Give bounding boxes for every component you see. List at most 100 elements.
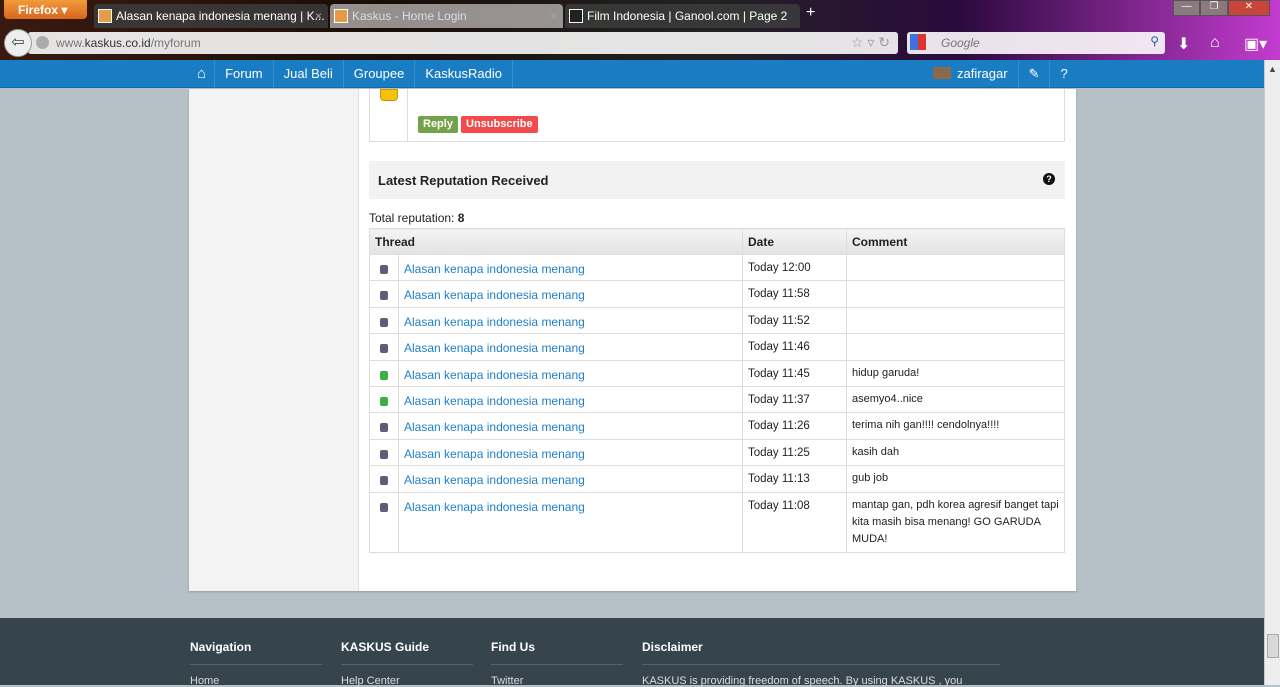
nav-kaskusradio[interactable]: KaskusRadio (415, 60, 513, 88)
comment-cell (846, 253, 1065, 282)
comment-cell (846, 306, 1065, 335)
column-thread: Thread (369, 228, 743, 255)
footer-guide: KASKUS Guide Help Center (341, 640, 473, 687)
thread-link[interactable]: Alasan kenapa indonesia menang (404, 288, 585, 302)
content-panel: Reply Unsubscribe Latest Reputation Rece… (189, 89, 1076, 591)
avatar (933, 67, 951, 79)
nav-jual-beli[interactable]: Jual Beli (274, 60, 344, 88)
minimize-icon[interactable]: — (1173, 0, 1201, 16)
reputation-positive-icon (380, 396, 388, 406)
reload-icon[interactable]: ↻ (878, 34, 890, 50)
table-row: Alasan kenapa indonesia menang Today 11:… (369, 359, 1065, 387)
thread-link[interactable]: Alasan kenapa indonesia menang (404, 262, 585, 276)
comment-cell: hidup garuda! (846, 359, 1065, 387)
reputation-neutral-icon (380, 291, 388, 301)
date-cell: Today 11:52 (742, 306, 847, 335)
reputation-neutral-icon (380, 317, 388, 327)
search-icon[interactable]: ⚲ (1150, 34, 1159, 48)
close-window-icon[interactable]: ✕ (1227, 0, 1270, 16)
scrollbar[interactable]: ▲ (1264, 60, 1280, 685)
nav-forum[interactable]: Forum (215, 60, 274, 88)
reputation-table: Thread Date Comment Alasan kenapa indone… (369, 228, 1065, 553)
close-tab-icon[interactable]: × (315, 9, 322, 23)
pencil-icon[interactable]: ✎ (1017, 60, 1050, 88)
thread-link[interactable]: Alasan kenapa indonesia menang (404, 341, 585, 355)
reputation-neutral-icon (380, 423, 388, 433)
browser-chrome: Firefox ▾ Alasan kenapa indonesia menang… (0, 0, 1280, 60)
thread-link[interactable]: Alasan kenapa indonesia menang (404, 447, 585, 461)
footer: Navigation Home KASKUS Guide Help Center F… (0, 618, 1264, 687)
table-row: Alasan kenapa indonesia menang Today 11:… (369, 412, 1065, 440)
table-row: Alasan kenapa indonesia menang Today 11:… (369, 385, 1065, 414)
date-cell: Today 12:00 (742, 253, 847, 282)
restore-icon[interactable]: ❐ (1200, 0, 1228, 16)
subscribed-thread-item: Reply Unsubscribe (369, 89, 1065, 142)
thread-link[interactable]: Alasan kenapa indonesia menang (404, 473, 585, 487)
comment-cell: mantap gan, pdh korea agresif banget tap… (846, 491, 1065, 553)
browser-tab-active[interactable]: Kaskus - Home Login × (330, 4, 563, 28)
dropdown-icon[interactable]: ▿ (867, 34, 874, 50)
user-menu[interactable]: zafiragar (923, 60, 1018, 88)
reputation-neutral-icon (380, 265, 388, 274)
thread-link[interactable]: Alasan kenapa indonesia menang (404, 315, 585, 329)
thread-badge-icon (380, 89, 398, 101)
reputation-neutral-icon (380, 449, 388, 459)
back-button[interactable]: ⇦ (4, 29, 32, 57)
browser-tab[interactable]: Alasan kenapa indonesia menang | K... × (94, 4, 328, 28)
section-header: Latest Reputation Received? (369, 161, 1065, 199)
date-cell: Today 11:13 (742, 465, 847, 493)
date-cell: Today 11:37 (742, 385, 847, 414)
reputation-positive-icon (380, 370, 388, 380)
close-tab-icon[interactable]: × (550, 9, 557, 23)
site-navbar: ⌂ Forum Jual Beli Groupee KaskusRadio za… (0, 60, 1264, 88)
table-row: Alasan kenapa indonesia menang Today 11:… (369, 438, 1065, 467)
column-comment: Comment (846, 228, 1065, 255)
table-row: Alasan kenapa indonesia menang Today 11:… (369, 465, 1065, 493)
scrollbar-thumb[interactable] (1267, 634, 1279, 658)
date-cell: Today 11:46 (742, 333, 847, 361)
bookmarks-icon[interactable]: ▣▾ (1244, 34, 1267, 54)
footer-navigation: Navigation Home (190, 640, 322, 687)
table-row: Alasan kenapa indonesia menang Today 11:… (369, 306, 1065, 335)
firefox-menu-button[interactable]: Firefox ▾ (4, 0, 87, 19)
footer-find-us: Find Us Twitter (491, 640, 623, 687)
reputation-neutral-icon (380, 502, 388, 512)
globe-icon (36, 36, 49, 49)
comment-cell: asemyo4..nice (846, 385, 1065, 414)
reply-button[interactable]: Reply (418, 116, 458, 133)
table-row: Alasan kenapa indonesia menang Today 11:… (369, 333, 1065, 361)
home-icon[interactable]: ⌂ (1210, 34, 1220, 52)
table-row: Alasan kenapa indonesia menang Today 12:… (369, 253, 1065, 282)
reputation-neutral-icon (380, 476, 388, 486)
thread-link[interactable]: Alasan kenapa indonesia menang (404, 420, 585, 434)
reputation-neutral-icon (380, 344, 388, 354)
table-row: Alasan kenapa indonesia menang Today 11:… (369, 491, 1065, 553)
thread-link[interactable]: Alasan kenapa indonesia menang (404, 368, 585, 382)
help-icon[interactable]: ? (1043, 173, 1055, 185)
column-date: Date (742, 228, 847, 255)
google-icon (910, 34, 926, 50)
new-tab-icon[interactable]: + (806, 4, 815, 22)
nav-groupee[interactable]: Groupee (344, 60, 416, 88)
comment-cell (846, 333, 1065, 361)
nav-home[interactable]: ⌂ (189, 60, 216, 88)
help-icon[interactable]: ? (1049, 60, 1077, 88)
date-cell: Today 11:26 (742, 412, 847, 440)
unsubscribe-button[interactable]: Unsubscribe (461, 116, 538, 133)
download-icon[interactable]: ⬇ (1177, 34, 1190, 54)
total-reputation: Total reputation: 8 (369, 211, 465, 225)
window-controls: — ❐ ✕ (1173, 0, 1270, 16)
thread-link[interactable]: Alasan kenapa indonesia menang (404, 500, 585, 514)
thread-link[interactable]: Alasan kenapa indonesia menang (404, 394, 585, 408)
kaskus-favicon-icon (334, 9, 348, 23)
search-input[interactable]: Google ⚲ (907, 32, 1165, 54)
bookmark-star-icon[interactable]: ☆ (851, 34, 864, 50)
scroll-up-icon[interactable]: ▲ (1265, 64, 1280, 74)
browser-tab[interactable]: Film Indonesia | Ganool.com | Page 2 (565, 4, 800, 28)
url-bar[interactable]: www.kaskus.co.id/myforum ☆ ▿ ↻ (28, 32, 898, 54)
footer-disclaimer: Disclaimer KASKUS is providing freedom of… (642, 640, 1000, 687)
sidebar (189, 89, 359, 591)
comment-cell (846, 280, 1065, 308)
comment-cell: terima nih gan!!!! cendolnya!!!! (846, 412, 1065, 440)
date-cell: Today 11:58 (742, 280, 847, 308)
